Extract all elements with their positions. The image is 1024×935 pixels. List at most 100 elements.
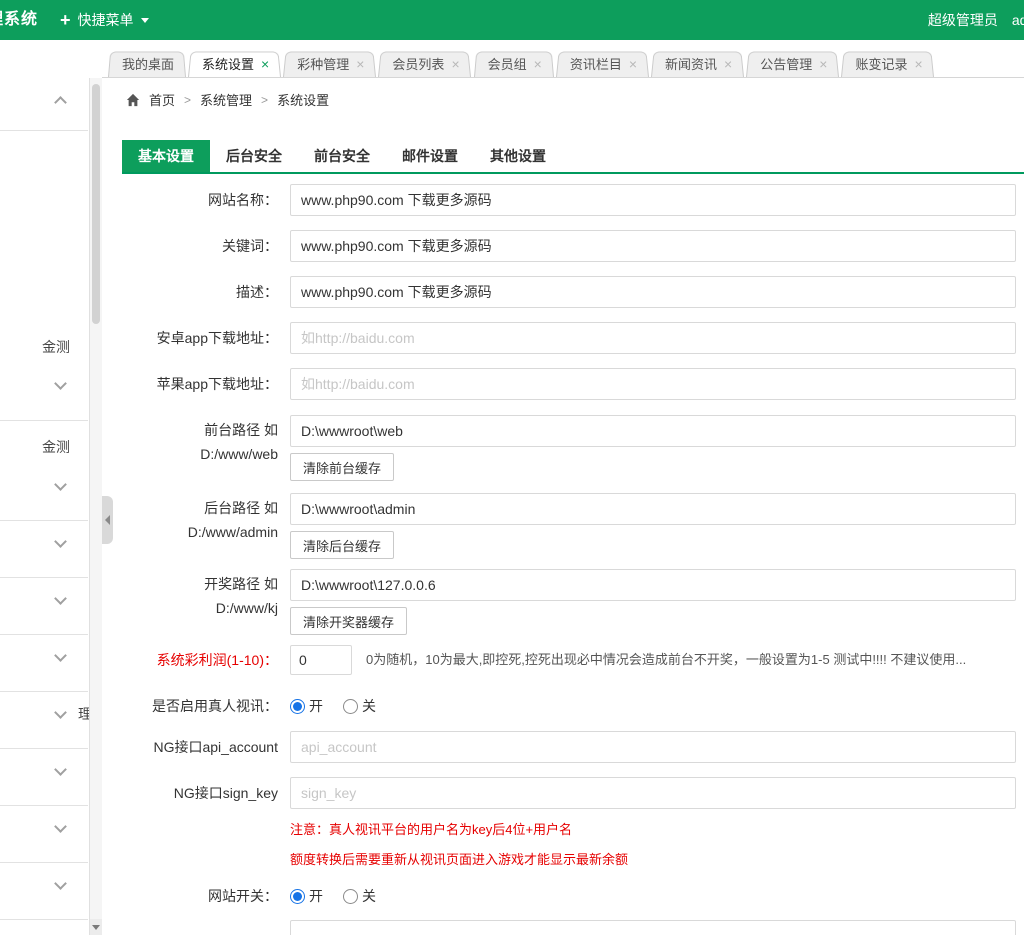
- home-icon: [126, 93, 140, 107]
- description-input[interactable]: [290, 276, 1016, 308]
- chevron-down-icon[interactable]: [54, 877, 67, 890]
- tab-system-settings[interactable]: 系统设置: [188, 50, 281, 77]
- ng-sign-key-input[interactable]: [290, 777, 1016, 809]
- breadcrumb-system-settings: 系统设置: [277, 90, 329, 109]
- chevron-down-icon[interactable]: [54, 706, 67, 719]
- clear-admin-cache-button[interactable]: 清除后台缓存: [290, 531, 394, 559]
- tab-announcements[interactable]: 公告管理: [746, 50, 839, 77]
- scroll-down-button[interactable]: [90, 919, 102, 935]
- sidebar-item-label[interactable]: 金测: [42, 437, 70, 457]
- chevron-down-icon[interactable]: [54, 377, 67, 390]
- breadcrumb-separator: [184, 92, 191, 107]
- form-row: 是否启用真人视讯： 开 关: [122, 695, 1016, 717]
- breadcrumb-separator: [261, 92, 268, 107]
- form-row: NG接口api_account: [122, 731, 1016, 763]
- front-path-input[interactable]: [290, 415, 1016, 447]
- close-icon[interactable]: [914, 57, 922, 71]
- form-row: 网站名称：: [122, 184, 1016, 216]
- tab-basic-settings[interactable]: 基本设置: [122, 140, 210, 172]
- breadcrumb: 首页 系统管理 系统设置: [126, 90, 329, 109]
- clear-lottery-cache-button[interactable]: 清除开奖器缓存: [290, 607, 407, 635]
- chevron-down-icon[interactable]: [54, 649, 67, 662]
- tab-frontend-security[interactable]: 前台安全: [298, 140, 386, 172]
- chevron-down-icon[interactable]: [54, 820, 67, 833]
- chevron-down-icon[interactable]: [54, 535, 67, 548]
- username-label: admin: [1012, 12, 1024, 28]
- sidebar-divider: [0, 130, 88, 131]
- tab-my-desktop[interactable]: 我的桌面: [108, 50, 186, 77]
- lottery-path-label: 开奖路径 如 D:/www/kj: [122, 569, 290, 635]
- sidebar-item-label[interactable]: 金测: [42, 337, 70, 357]
- profit-input[interactable]: [290, 645, 352, 675]
- chevron-down-icon[interactable]: [54, 478, 67, 491]
- tab-email-settings[interactable]: 邮件设置: [386, 140, 474, 172]
- site-name-input[interactable]: [290, 184, 1016, 216]
- ng-api-account-input[interactable]: [290, 731, 1016, 763]
- form-row: 网站开关： 开 关: [122, 885, 1016, 907]
- profit-label: 系统彩利润(1-10)：: [122, 645, 290, 675]
- settings-form: 网站名称： 关键词： 描述： 安卓app下载地址： 苹果app下载地址：: [122, 176, 1016, 935]
- tab-account-changes[interactable]: 账变记录: [841, 50, 934, 77]
- site-switch-on-radio[interactable]: 开: [290, 886, 323, 906]
- close-icon[interactable]: [451, 57, 459, 71]
- tab-lottery-management[interactable]: 彩种管理: [283, 50, 376, 77]
- sidebar-collapse-handle[interactable]: [102, 496, 113, 544]
- user-role-label: 超级管理员: [928, 10, 998, 30]
- keywords-input[interactable]: [290, 230, 1016, 262]
- close-icon[interactable]: [534, 57, 542, 71]
- admin-path-input[interactable]: [290, 493, 1016, 525]
- user-area[interactable]: 超级管理员 admin: [928, 0, 1024, 40]
- bottom-clipped-label: [122, 920, 290, 935]
- plus-icon: [60, 11, 71, 29]
- breadcrumb-home[interactable]: 首页: [149, 90, 175, 109]
- live-video-on-radio[interactable]: 开: [290, 696, 323, 716]
- tab-other-settings[interactable]: 其他设置: [474, 140, 562, 172]
- live-video-off-radio[interactable]: 关: [343, 696, 376, 716]
- chevron-up-icon[interactable]: [54, 96, 67, 109]
- top-bar: 管理系统 快捷菜单 超级管理员 admin: [0, 0, 1024, 40]
- ng-api-account-label: NG接口api_account: [122, 731, 290, 763]
- arrow-left-icon: [105, 515, 110, 525]
- sign-key-note-1: 注意：真人视讯平台的用户名为key后4位+用户名: [290, 821, 1016, 839]
- bottom-clipped-input[interactable]: [290, 920, 1016, 935]
- close-icon[interactable]: [629, 57, 637, 71]
- tab-info-columns[interactable]: 资讯栏目: [556, 50, 649, 77]
- ng-sign-key-label: NG接口sign_key: [122, 777, 290, 869]
- sidebar-divider: [0, 805, 88, 806]
- form-row: 开奖路径 如 D:/www/kj 清除开奖器缓存: [122, 569, 1016, 635]
- quick-menu-button[interactable]: 快捷菜单: [60, 0, 149, 40]
- live-video-label: 是否启用真人视讯：: [122, 695, 290, 717]
- form-row: NG接口sign_key 注意：真人视讯平台的用户名为key后4位+用户名 额度…: [122, 777, 1016, 869]
- breadcrumb-system-management[interactable]: 系统管理: [200, 90, 252, 109]
- close-icon[interactable]: [356, 57, 364, 71]
- sidebar-divider: [0, 748, 88, 749]
- sidebar-divider: [0, 862, 88, 863]
- lottery-path-input[interactable]: [290, 569, 1016, 601]
- tab-member-group[interactable]: 会员组: [474, 50, 554, 77]
- keywords-label: 关键词：: [122, 230, 290, 262]
- site-switch-label: 网站开关：: [122, 885, 290, 907]
- tab-backend-security[interactable]: 后台安全: [210, 140, 298, 172]
- site-switch-off-radio[interactable]: 关: [343, 886, 376, 906]
- chevron-down-icon[interactable]: [54, 592, 67, 605]
- close-icon[interactable]: [724, 57, 732, 71]
- ios-app-url-input[interactable]: [290, 368, 1016, 400]
- close-icon[interactable]: [819, 57, 827, 71]
- android-app-url-label: 安卓app下载地址：: [122, 322, 290, 354]
- page: 管理系统 快捷菜单 超级管理员 admin 金测 金测 理: [0, 0, 1024, 935]
- radio-icon: [290, 889, 305, 904]
- tab-news[interactable]: 新闻资讯: [651, 50, 744, 77]
- window-tab-bar: 我的桌面 系统设置 彩种管理 会员列表 会员组 资讯栏目: [102, 40, 1024, 78]
- tab-member-list[interactable]: 会员列表: [378, 50, 471, 77]
- profit-note: 0为随机，10为最大,即控死,控死出现必中情况会造成前台不开奖，一般设置为1-5…: [366, 645, 1016, 675]
- clear-front-cache-button[interactable]: 清除前台缓存: [290, 453, 394, 481]
- brand-title: 管理系统: [0, 0, 38, 40]
- chevron-down-icon[interactable]: [54, 763, 67, 776]
- scrollbar-thumb[interactable]: [92, 84, 100, 324]
- android-app-url-input[interactable]: [290, 322, 1016, 354]
- form-row: 描述：: [122, 276, 1016, 308]
- sidebar-divider: [0, 420, 88, 421]
- form-row: 前台路径 如 D:/www/web 清除前台缓存: [122, 415, 1016, 481]
- close-icon[interactable]: [261, 57, 269, 71]
- sidebar-scrollbar[interactable]: [89, 78, 102, 935]
